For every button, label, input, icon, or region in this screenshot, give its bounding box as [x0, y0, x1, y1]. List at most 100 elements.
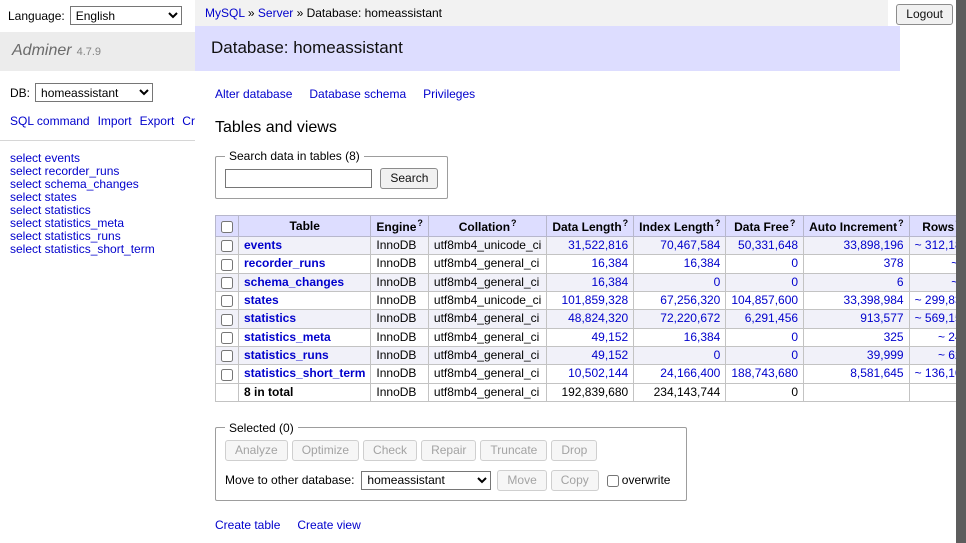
table-row: schema_changesInnoDButf8mb4_general_ci16…	[216, 273, 957, 291]
value-link[interactable]: 16,384	[591, 256, 628, 270]
row-select-checkbox[interactable]	[221, 369, 233, 381]
value-link[interactable]: 101,859,328	[561, 293, 628, 307]
bulk-action-button[interactable]: Check	[363, 440, 417, 461]
value-cell: 101,859,328	[547, 291, 634, 309]
move-db-select[interactable]: homeassistant	[361, 471, 491, 490]
value-link[interactable]: 48,824,320	[568, 311, 628, 325]
value-cell: 33,898,196	[804, 237, 910, 255]
table-link[interactable]: statistics_meta	[244, 330, 331, 344]
value-link[interactable]: 31,522,816	[568, 238, 628, 252]
row-select-checkbox[interactable]	[221, 295, 233, 307]
breadcrumb-item[interactable]: MySQL	[205, 6, 245, 20]
logout-button[interactable]: Logout	[896, 4, 953, 25]
move-button[interactable]: Move	[497, 470, 546, 491]
value-link[interactable]: 16,384	[684, 256, 721, 270]
value-link[interactable]: 67,256,320	[660, 293, 720, 307]
table-link[interactable]: schema_changes	[244, 275, 344, 289]
table-link[interactable]: statistics	[244, 311, 296, 325]
scrollbar-thumb[interactable]	[956, 0, 966, 543]
help-link[interactable]: ?	[511, 218, 517, 228]
search-button[interactable]: Search	[380, 168, 438, 189]
database-action-link[interactable]: Privileges	[423, 87, 475, 101]
row-select-checkbox[interactable]	[221, 259, 233, 271]
sidebar-action-link[interactable]: Import	[98, 114, 132, 128]
value-link[interactable]: 104,857,600	[731, 293, 798, 307]
table-link[interactable]: statistics_short_term	[244, 366, 365, 380]
value-link[interactable]: ~ 299,833	[915, 293, 956, 307]
value-link[interactable]: ~ 312,180	[915, 238, 956, 252]
value-link[interactable]: 16,384	[684, 330, 721, 344]
copy-button[interactable]: Copy	[551, 470, 599, 491]
value-cell: 0	[634, 273, 726, 291]
value-link[interactable]: 378	[884, 256, 904, 270]
database-action-link[interactable]: Database schema	[309, 87, 406, 101]
value-link[interactable]: 70,467,584	[660, 238, 720, 252]
value-link[interactable]: 33,398,984	[844, 293, 904, 307]
value-link[interactable]: 50,331,648	[738, 238, 798, 252]
table-link[interactable]: statistics_runs	[244, 348, 329, 362]
table-link[interactable]: recorder_runs	[244, 256, 325, 270]
table-link[interactable]: events	[244, 238, 282, 252]
value-link[interactable]: 16,384	[591, 275, 628, 289]
database-action-link[interactable]: Alter database	[215, 87, 292, 101]
bulk-action-button[interactable]: Truncate	[480, 440, 547, 461]
sidebar-actions: SQL commandImportExportCreate table	[0, 102, 195, 141]
value-link[interactable]: ~ 569,159	[915, 311, 956, 325]
row-select-checkbox[interactable]	[221, 314, 233, 326]
help-link[interactable]: ?	[623, 218, 629, 228]
value-link[interactable]: 0	[791, 330, 798, 344]
row-select-checkbox[interactable]	[221, 240, 233, 252]
value-cell: 24,166,400	[634, 365, 726, 383]
vertical-scrollbar[interactable]	[956, 0, 966, 543]
value-cell: 48,824,320	[547, 310, 634, 328]
sidebar-table-link[interactable]: select statistics_short_term	[10, 243, 185, 256]
help-link[interactable]: ?	[790, 218, 796, 228]
bulk-action-button[interactable]: Analyze	[225, 440, 288, 461]
sidebar-action-link[interactable]: Export	[140, 114, 175, 128]
help-link[interactable]: ?	[417, 218, 423, 228]
value-link[interactable]: 8,581,645	[850, 366, 903, 380]
value-cell: ~ 312,180	[909, 237, 956, 255]
bulk-action-button[interactable]: Optimize	[292, 440, 359, 461]
value-link[interactable]: 0	[714, 348, 721, 362]
table-link[interactable]: states	[244, 293, 279, 307]
value-link[interactable]: ~ 136,108	[915, 366, 956, 380]
overwrite-checkbox[interactable]	[607, 475, 619, 487]
breadcrumb-item[interactable]: Server	[258, 6, 293, 20]
bulk-action-button[interactable]: Drop	[551, 440, 597, 461]
value-link[interactable]: 10,502,144	[568, 366, 628, 380]
value-link[interactable]: 33,898,196	[844, 238, 904, 252]
row-select-checkbox[interactable]	[221, 277, 233, 289]
totals-value-cell: InnoDB	[371, 383, 429, 401]
search-input[interactable]	[225, 169, 372, 188]
value-link[interactable]: 39,999	[867, 348, 904, 362]
app-name[interactable]: Adminer	[12, 42, 72, 59]
value-link[interactable]: 49,152	[591, 330, 628, 344]
value-link[interactable]: 0	[791, 275, 798, 289]
value-link[interactable]: 72,220,672	[660, 311, 720, 325]
help-link[interactable]: ?	[715, 218, 721, 228]
value-link[interactable]: ~ 244	[938, 330, 956, 344]
create-link[interactable]: Create table	[215, 518, 280, 532]
value-link[interactable]: 6,291,456	[745, 311, 798, 325]
value-link[interactable]: 0	[714, 275, 721, 289]
sidebar-action-link[interactable]: SQL command	[10, 114, 90, 128]
bulk-action-button[interactable]: Repair	[421, 440, 476, 461]
db-select[interactable]: homeassistant	[35, 83, 153, 102]
value-link[interactable]: 0	[791, 348, 798, 362]
value-link[interactable]: 0	[791, 256, 798, 270]
value-link[interactable]: 24,166,400	[660, 366, 720, 380]
help-link[interactable]: ?	[898, 218, 904, 228]
value-link[interactable]: 6	[897, 275, 904, 289]
value-link[interactable]: 188,743,680	[731, 366, 798, 380]
value-link[interactable]: 325	[884, 330, 904, 344]
select-all-checkbox[interactable]	[221, 221, 233, 233]
language-select[interactable]: English	[70, 6, 182, 25]
create-link[interactable]: Create view	[297, 518, 360, 532]
row-select-checkbox[interactable]	[221, 332, 233, 344]
value-link[interactable]: ~ 628	[938, 348, 956, 362]
overwrite-label[interactable]: overwrite	[622, 473, 671, 487]
value-link[interactable]: 49,152	[591, 348, 628, 362]
row-select-checkbox[interactable]	[221, 350, 233, 362]
value-link[interactable]: 913,577	[860, 311, 903, 325]
